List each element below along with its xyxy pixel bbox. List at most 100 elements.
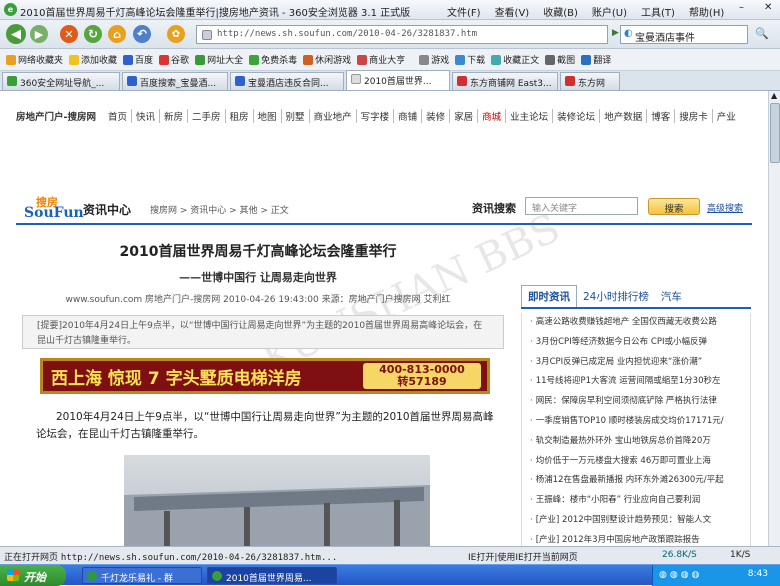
soufun-logo[interactable]: 搜房 SouFun — [24, 194, 84, 221]
news-list-item[interactable]: [产业] 2012中国别墅设计趋势预见：智能人文 — [522, 511, 750, 531]
news-list-item[interactable]: 3月份CPI等经济数据今日公布 CPI或小幅反弹 — [522, 333, 750, 353]
tab-24h-ranking[interactable]: 24小时排行榜 — [577, 286, 655, 307]
search-box[interactable]: ◐ 宝曼酒店事件 — [620, 25, 748, 44]
logo-bottom-text: SouFun — [24, 205, 84, 221]
news-list-item[interactable]: 网民：保障房早利空间须彻底铲除 严格执行法律 — [522, 392, 750, 412]
site-nav-item[interactable]: 家居 — [449, 109, 477, 123]
news-panel-tabs: 即时资讯 24小时排行榜 汽车 — [521, 285, 751, 309]
bookmark-screenshot[interactable]: 截图 — [545, 53, 575, 66]
browser-logo-icon: e — [4, 3, 17, 16]
bookmark-antivirus[interactable]: 免费杀毒 — [249, 53, 297, 66]
news-list-item[interactable]: 高速公路收费赚钱超地产 全国仅西藏无收费公路 — [522, 313, 750, 333]
news-list-item[interactable]: 11号线将迎P1大客流 运营间隔或缩至1分30秒左 — [522, 372, 750, 392]
news-list-item[interactable]: 3月CPI反弹已成定局 业内担忧迎来“涨价潮” — [522, 353, 750, 373]
close-window-button[interactable]: ✕ — [764, 2, 776, 16]
site-nav-item[interactable]: 搜房卡 — [674, 109, 712, 123]
menu-account[interactable]: 账户(U) — [592, 4, 627, 19]
tab-instant-news[interactable]: 即时资讯 — [521, 285, 577, 307]
advanced-search-link[interactable]: 高级搜索 — [707, 201, 743, 214]
bookmark-add[interactable]: 添加收藏 — [69, 53, 117, 66]
tab-current-article[interactable]: 2010首届世界... — [346, 70, 450, 90]
scroll-up-icon[interactable]: ▲ — [771, 91, 777, 100]
site-nav-item[interactable]: 二手房 — [187, 109, 225, 123]
site-nav-item[interactable]: 商铺 — [393, 109, 421, 123]
site-nav-item[interactable]: 新房 — [158, 109, 187, 123]
site-nav-item[interactable]: 博客 — [646, 109, 674, 123]
search-engine-icon: ◐ — [624, 28, 633, 39]
search-button[interactable]: 搜索 — [648, 198, 700, 215]
search-go-icon[interactable]: 🔍 — [755, 27, 769, 40]
taskbar-item-browser[interactable]: 2010首届世界周易... — [207, 567, 337, 584]
shield-icon — [249, 54, 260, 65]
menu-file[interactable]: 文件(F) — [447, 4, 481, 19]
refresh-icon[interactable]: ↻ — [84, 25, 102, 43]
tray-icons[interactable]: ◍◍◍◍ — [659, 570, 702, 580]
stop-icon[interactable]: ✕ — [60, 25, 78, 43]
tab-hotel-contract[interactable]: 宝曼酒店违反合同... — [230, 72, 344, 90]
news-list-item[interactable]: 王振峰：楼市“小阳春” 行业应向自己要利润 — [522, 491, 750, 511]
bookmark-download[interactable]: 下载 — [455, 53, 485, 66]
minimize-button[interactable]: – — [739, 2, 751, 16]
bookmark-site-directory[interactable]: 网址大全 — [195, 53, 243, 66]
bookmark-baidu[interactable]: 百度 — [123, 53, 153, 66]
taskbar-item-qq-group[interactable]: 千灯龙乐易礼 - 群 — [82, 567, 202, 584]
site-nav-item[interactable]: 商业地产 — [308, 109, 356, 123]
menu-tools[interactable]: 工具(T) — [641, 4, 675, 19]
site-nav-item[interactable]: 产业 — [711, 109, 740, 123]
undo-icon[interactable]: ↶ — [133, 25, 151, 43]
go-button[interactable]: ▶ — [612, 28, 619, 38]
tab-east-shop[interactable]: 东方商铺网 East3... — [452, 72, 558, 90]
home-icon[interactable]: ⌂ — [108, 25, 126, 43]
header-divider — [16, 223, 752, 225]
address-url: http://news.sh.soufun.com/2010-04-26/328… — [217, 29, 478, 39]
menu-favorites[interactable]: 收藏(B) — [543, 4, 578, 19]
bookmark-translate[interactable]: 翻译 — [581, 53, 611, 66]
banner-phone-box: 400-813-0000 转57189 — [363, 363, 481, 389]
site-nav-item[interactable]: 快讯 — [130, 109, 159, 123]
breadcrumb[interactable]: 搜房网 > 资讯中心 > 其他 > 正文 — [150, 203, 289, 216]
menu-view[interactable]: 查看(V) — [495, 4, 530, 19]
news-list-item[interactable]: 一季度销售TOP10 顺时楼装房成交均价17171元/ — [522, 412, 750, 432]
site-nav-item[interactable]: 别墅 — [280, 109, 309, 123]
site-nav-item[interactable]: 租房 — [224, 109, 253, 123]
tab-eastday[interactable]: 东方网 — [560, 72, 620, 90]
news-list-item[interactable]: 轨交制造最热外环外 宝山地铁房总价首降20万 — [522, 432, 750, 452]
site-nav-item[interactable]: 地图 — [252, 109, 281, 123]
tab-auto[interactable]: 汽车 — [655, 286, 688, 307]
bookmark-games[interactable]: 游戏 — [419, 53, 449, 66]
site-nav-item[interactable]: 首页 — [104, 109, 131, 123]
news-list: 高速公路收费赚钱超地产 全国仅西藏无收费公路3月份CPI等经济数据今日公布 CP… — [521, 313, 751, 546]
tab-baidu-search[interactable]: 百度搜索_宝曼酒... — [122, 72, 228, 90]
globe-icon — [195, 54, 206, 65]
forward-arrow-icon[interactable]: ▶ — [30, 25, 48, 43]
site-nav-brand[interactable]: 房地产门户-搜房网 — [16, 109, 96, 123]
bookmark-business-tycoon[interactable]: 商业大亨 — [357, 53, 405, 66]
site-nav-item[interactable]: 商城 — [477, 109, 505, 123]
page-icon — [202, 30, 212, 40]
menu-help[interactable]: 帮助(H) — [689, 4, 724, 19]
address-bar[interactable]: http://news.sh.soufun.com/2010-04-26/328… — [196, 25, 608, 44]
vertical-scrollbar[interactable]: ▲ — [768, 91, 780, 546]
article-subtitle: ——世博中国行 让周易走向世界 — [179, 271, 337, 284]
news-list-item[interactable]: [产业] 2012年3月中国房地产政策跟踪报告 — [522, 531, 750, 546]
tab-360-nav[interactable]: 360安全网址导航_... — [2, 72, 120, 90]
site-nav-item[interactable]: 写字楼 — [355, 109, 394, 123]
ie-open-link[interactable]: IE打开|使用IE打开当前网页 — [468, 550, 578, 563]
start-button[interactable]: 开始 — [0, 565, 66, 586]
bookmark-network-favorites[interactable]: 网络收藏夹 — [6, 53, 63, 66]
ad-banner[interactable]: 西上海 惊现 7 字头墅质电梯洋房 400-813-0000 转57189 — [40, 358, 490, 394]
site-nav-item[interactable]: 地产数据 — [599, 109, 646, 123]
news-list-item[interactable]: 均价低于一万元楼盘大搜索 46万即可置业上海 — [522, 452, 750, 472]
site-nav-item[interactable]: 装修 — [421, 109, 449, 123]
news-list-item[interactable]: 杨浦12在售盘最新播报 内环东外滩26300元/平起 — [522, 471, 750, 491]
back-arrow-icon[interactable]: ◀ — [6, 24, 26, 44]
site-nav-item[interactable]: 业主论坛 — [505, 109, 552, 123]
tycoon-icon — [357, 54, 368, 65]
save-page-icon — [491, 54, 502, 65]
paw-icon[interactable]: ✿ — [167, 25, 185, 43]
site-nav-item[interactable]: 装修论坛 — [552, 109, 599, 123]
bookmark-save-page[interactable]: 收藏正文 — [491, 53, 539, 66]
bookmark-casual-games[interactable]: 休闲游戏 — [303, 53, 351, 66]
scroll-thumb[interactable] — [770, 103, 780, 163]
bookmark-google[interactable]: 谷歌 — [159, 53, 189, 66]
